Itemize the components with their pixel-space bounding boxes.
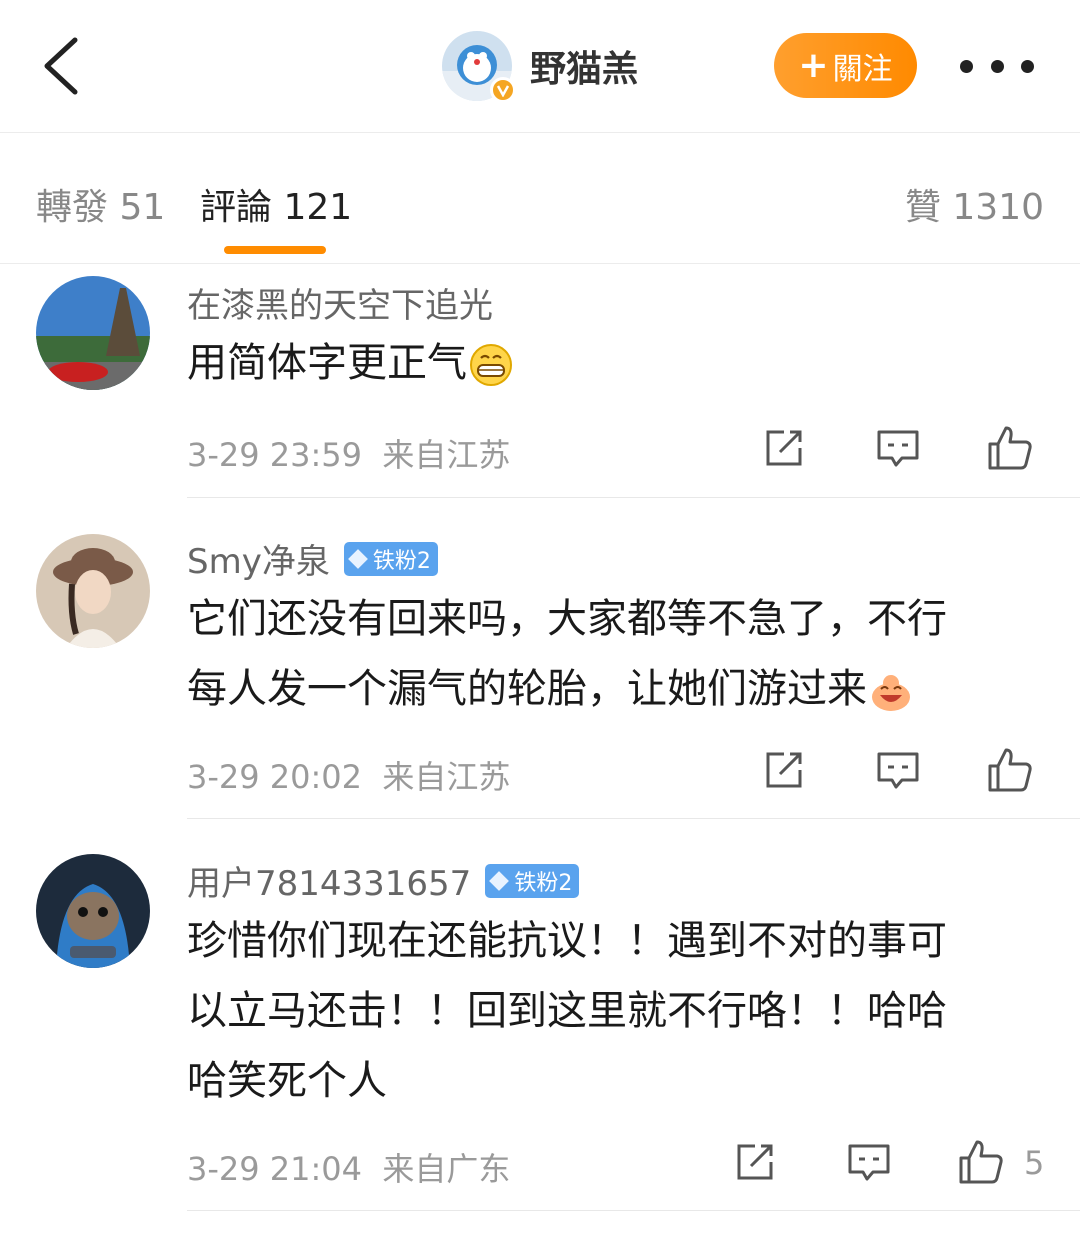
repost-icon[interactable] <box>760 424 808 472</box>
commenter-avatar[interactable] <box>36 276 150 390</box>
comment-text: 它们还没有回来吗，大家都等不急了，不行 每人发一个漏气的轮胎，让她们游过来 <box>187 596 947 712</box>
fan-badge: 铁粉2 <box>485 863 580 898</box>
like-icon[interactable] <box>957 1138 1005 1186</box>
back-arrow-icon <box>44 37 78 95</box>
like-icon[interactable] <box>986 424 1034 472</box>
comment-text: 珍惜你们现在还能抗议！！遇到不对的事可 以立马还击！！回到这里就不行咯！！哈哈 … <box>187 918 947 1104</box>
diamond-icon <box>347 548 368 569</box>
plus-icon: + <box>798 45 829 86</box>
grin-emoji-icon <box>470 344 512 386</box>
comment-item: 用户7814331657 铁粉2 珍惜你们现在还能抗议！！遇到不对的事可 以立马… <box>0 820 1080 1234</box>
diamond-icon <box>489 870 510 891</box>
commenter-avatar[interactable] <box>36 534 150 648</box>
tab-comments[interactable]: 評論 121 <box>200 178 352 230</box>
commenter-name[interactable]: 用户7814331657 铁粉2 <box>187 856 580 905</box>
follow-label: 關注 <box>832 51 893 87</box>
username[interactable]: 野猫羔 <box>530 40 638 92</box>
comment-text: 用简体字更正气 <box>187 328 1027 398</box>
repost-icon[interactable] <box>760 746 808 794</box>
comment-icon[interactable] <box>874 746 922 794</box>
laughing-emoji-icon <box>872 675 910 711</box>
tab-bar: 轉發 51 評論 121 贊 1310 <box>0 133 1080 264</box>
repost-icon[interactable] <box>731 1138 779 1186</box>
like-count: 5 <box>1024 1144 1045 1182</box>
profile-header[interactable]: 野猫羔 <box>442 30 638 103</box>
commenter-avatar[interactable] <box>36 854 150 968</box>
top-bar: 野猫羔 + 關注 <box>0 0 1080 133</box>
fan-badge: 铁粉2 <box>343 541 438 576</box>
active-tab-indicator <box>224 246 326 254</box>
more-button[interactable] <box>960 50 1034 82</box>
tab-repost[interactable]: 轉發 51 <box>36 178 165 230</box>
comment-icon[interactable] <box>874 424 922 472</box>
comment-item: 在漆黑的天空下追光 用简体字更正气 3-29 23:59 来自江苏 <box>0 264 1080 498</box>
back-button[interactable] <box>36 34 86 98</box>
divider <box>187 1210 1080 1211</box>
follow-button[interactable]: + 關注 <box>774 33 917 98</box>
avatar[interactable] <box>442 31 516 103</box>
comment-item: Smy净泉 铁粉2 它们还没有回来吗，大家都等不急了，不行 每人发一个漏气的轮胎… <box>0 498 1080 820</box>
commenter-name[interactable]: Smy净泉 铁粉2 <box>187 534 438 583</box>
commenter-name[interactable]: 在漆黑的天空下追光 <box>187 278 493 327</box>
more-icon <box>960 59 973 73</box>
like-icon[interactable] <box>986 746 1034 794</box>
comment-icon[interactable] <box>845 1138 893 1186</box>
divider <box>187 818 1080 819</box>
verified-icon <box>490 77 516 103</box>
tab-likes[interactable]: 贊 1310 <box>905 178 1044 230</box>
